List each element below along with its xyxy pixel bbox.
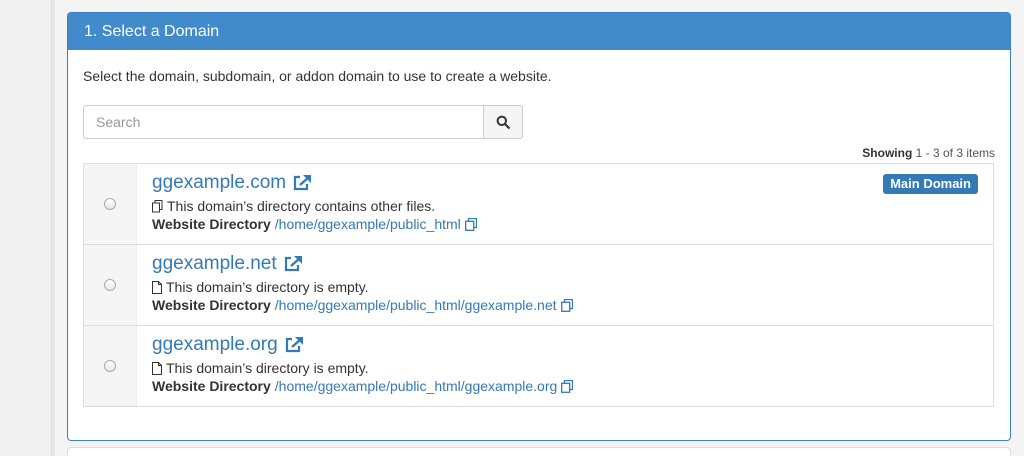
domain-link[interactable]: ggexample.org <box>152 334 304 356</box>
showing-range: 1 - 3 of 3 items <box>915 146 995 160</box>
domain-content: ggexample.net This domain’s directory is… <box>137 245 993 325</box>
external-link-icon <box>283 255 303 273</box>
showing-label: Showing <box>862 146 913 160</box>
domain-list: ggexample.com This domain’s directory co… <box>83 163 994 407</box>
status-text: This domain’s directory is empty. <box>166 279 369 295</box>
directory-path[interactable]: /home/ggexample/public_html/ggexample.ne… <box>275 297 557 313</box>
domain-radio[interactable] <box>104 360 116 372</box>
directory-status: This domain’s directory is empty. <box>152 279 369 295</box>
domain-radio[interactable] <box>104 279 116 291</box>
directory-label: Website Directory <box>152 216 271 232</box>
domain-radio[interactable] <box>104 198 116 210</box>
radio-cell <box>84 164 137 244</box>
directory-path[interactable]: /home/ggexample/public_html <box>275 216 461 232</box>
search-icon <box>496 115 510 129</box>
directory-status: This domain’s directory is empty. <box>152 360 369 376</box>
website-directory: Website Directory /home/ggexample/public… <box>152 297 573 313</box>
next-panel-edge <box>67 447 1011 456</box>
radio-cell <box>84 245 137 325</box>
directory-label: Website Directory <box>152 378 271 394</box>
domain-name: ggexample.org <box>152 334 278 355</box>
website-directory: Website Directory /home/ggexample/public… <box>152 216 477 232</box>
domain-content: ggexample.org This domain’s directory is… <box>137 326 993 406</box>
domain-row: ggexample.net This domain’s directory is… <box>84 245 993 326</box>
domain-content: ggexample.com This domain’s directory co… <box>137 164 993 244</box>
left-sidebar-edge <box>0 0 55 456</box>
file-icon <box>152 280 162 294</box>
external-link-icon <box>292 174 312 192</box>
file-icon <box>152 361 162 375</box>
select-domain-panel: 1. Select a Domain Select the domain, su… <box>67 12 1011 441</box>
radio-cell <box>84 326 137 406</box>
directory-status: This domain’s directory contains other f… <box>152 198 435 214</box>
panel-description: Select the domain, subdomain, or addon d… <box>83 68 552 84</box>
domain-link[interactable]: ggexample.com <box>152 172 312 194</box>
search-input[interactable] <box>83 105 484 139</box>
search-group <box>83 105 523 139</box>
copy-icon[interactable] <box>464 217 477 231</box>
domain-name: ggexample.com <box>152 172 287 193</box>
directory-label: Website Directory <box>152 297 271 313</box>
domain-name: ggexample.net <box>152 253 277 274</box>
search-button[interactable] <box>484 105 523 139</box>
website-directory: Website Directory /home/ggexample/public… <box>152 378 574 394</box>
external-link-icon <box>284 336 304 354</box>
domain-row: ggexample.org This domain’s directory is… <box>84 326 993 406</box>
files-icon <box>152 199 163 213</box>
domain-row: ggexample.com This domain’s directory co… <box>84 164 993 245</box>
copy-icon[interactable] <box>561 379 574 393</box>
main-domain-badge: Main Domain <box>883 174 978 194</box>
status-text: This domain’s directory is empty. <box>166 360 369 376</box>
status-text: This domain’s directory contains other f… <box>167 198 436 214</box>
panel-title: 1. Select a Domain <box>68 13 1010 50</box>
copy-icon[interactable] <box>560 298 573 312</box>
showing-count: Showing 1 - 3 of 3 items <box>862 146 995 160</box>
domain-link[interactable]: ggexample.net <box>152 253 303 275</box>
directory-path[interactable]: /home/ggexample/public_html/ggexample.or… <box>275 378 558 394</box>
